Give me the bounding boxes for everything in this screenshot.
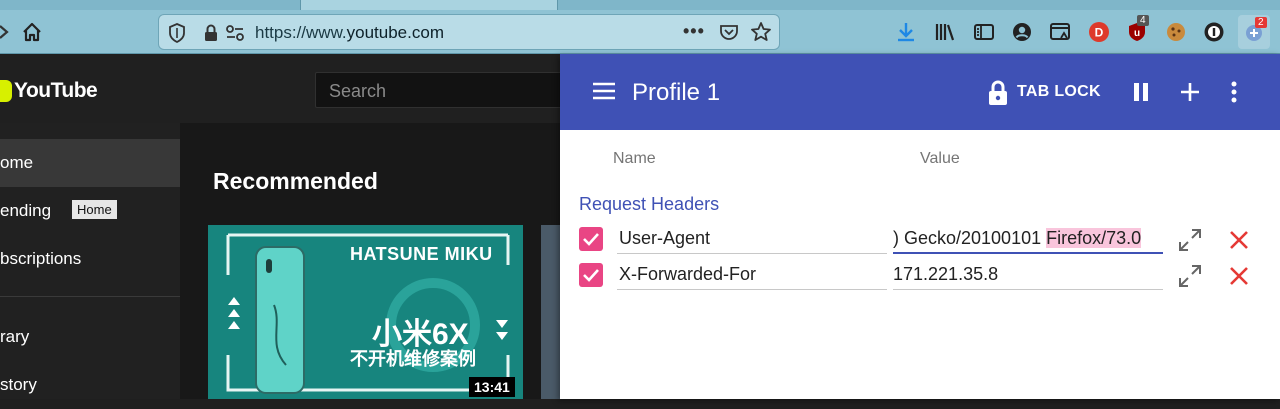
header-value-text: ) Gecko/20100101 Firefox/73.0 <box>893 228 1142 249</box>
sidebar-item-label: ending <box>0 201 52 220</box>
youtube-search-placeholder: Search <box>329 81 387 101</box>
youtube-search-input[interactable]: Search <box>315 72 565 108</box>
column-header-value: Value <box>920 150 960 167</box>
expand-icon[interactable] <box>1177 227 1203 253</box>
url-prefix: https://www. <box>255 23 347 42</box>
downloads-icon[interactable] <box>893 19 919 45</box>
duckduckgo-icon[interactable]: D <box>1086 19 1112 45</box>
header-name-input[interactable]: User-Agent <box>617 224 887 254</box>
youtube-logo[interactable]: YouTube <box>0 79 98 103</box>
thumbnail-title-en: HATSUNE MIKU <box>350 244 493 264</box>
more-vert-icon[interactable] <box>1230 80 1238 109</box>
youtube-play-icon <box>0 80 12 102</box>
header-enabled-checkbox[interactable] <box>579 227 603 251</box>
header-value-text: 171.221.35.8 <box>893 264 998 285</box>
lock-icon[interactable] <box>203 23 219 48</box>
pause-icon[interactable] <box>1132 82 1150 107</box>
sidebar-item-label: story <box>0 375 37 394</box>
active-tab[interactable] <box>300 0 558 10</box>
svg-text:u: u <box>1134 28 1140 39</box>
profile-title[interactable]: Profile 1 <box>632 79 720 107</box>
library-icon[interactable] <box>932 19 958 45</box>
sidebar-item-history[interactable]: story <box>0 361 180 409</box>
screenshot-icon[interactable] <box>1047 19 1073 45</box>
request-headers-title: Request Headers <box>579 194 720 214</box>
home-tooltip: Home <box>72 200 117 219</box>
info-extension-icon[interactable] <box>1201 19 1227 45</box>
youtube-logo-text: YouTube <box>14 79 98 102</box>
header-value-input[interactable]: 171.221.35.8 <box>893 260 1163 290</box>
header-value-plain: 171.221.35.8 <box>893 264 999 284</box>
video-duration-badge: 13:41 <box>469 377 515 397</box>
header-name-input[interactable]: X-Forwarded-For <box>617 260 887 290</box>
header-name-text: X-Forwarded-For <box>619 264 757 284</box>
sidebar-divider <box>0 296 180 297</box>
account-icon[interactable] <box>1009 19 1035 45</box>
extension-badge: 2 <box>1255 17 1267 28</box>
sidebar-item-label: rary <box>0 327 30 346</box>
ublock-badge: 4 <box>1137 15 1149 26</box>
video-thumbnail-2[interactable] <box>541 225 560 399</box>
modheader-extension-button[interactable]: 2 <box>1238 15 1270 49</box>
menu-icon[interactable] <box>592 81 616 106</box>
url-text: https://www.youtube.com <box>255 23 444 43</box>
modheader-popup: Profile 1 TAB LOCK Name Value Request He… <box>560 54 1280 399</box>
home-icon[interactable] <box>18 10 46 54</box>
permissions-icon[interactable] <box>225 24 245 47</box>
ublock-icon[interactable]: u 4 <box>1124 15 1150 45</box>
sidebar-item-subscriptions[interactable]: bscriptions <box>0 235 180 283</box>
url-host: youtube.com <box>346 23 444 42</box>
browser-toolbar: https://www.youtube.com ••• D u 4 2 <box>0 10 1280 54</box>
sidebar-item-label: bscriptions <box>0 249 82 268</box>
popup-header: Profile 1 TAB LOCK <box>560 54 1280 130</box>
video-thumbnail[interactable]: HATSUNE MIKU 小米6X 不开机维修案例 <box>208 225 523 399</box>
bookmark-star-icon[interactable] <box>750 21 772 48</box>
header-value-plain: ) Gecko/20100101 <box>893 228 1047 248</box>
url-bar[interactable]: https://www.youtube.com ••• <box>158 14 780 50</box>
more-actions-icon[interactable]: ••• <box>683 21 705 42</box>
header-name-text: User-Agent <box>619 228 711 248</box>
thumbnail-subtitle-cn: 不开机维修案例 <box>350 349 476 369</box>
delete-header-icon[interactable] <box>1226 263 1252 289</box>
sidebar-item-home[interactable]: ome <box>0 139 180 187</box>
pocket-icon[interactable] <box>719 22 739 47</box>
tab-lock-label[interactable]: TAB LOCK <box>1017 83 1101 101</box>
sidebar-icon[interactable] <box>971 19 997 45</box>
add-icon[interactable] <box>1179 81 1201 108</box>
forward-button[interactable] <box>0 10 12 54</box>
tab-lock-button[interactable] <box>987 79 1009 112</box>
tab-strip <box>0 0 1280 10</box>
recommended-heading: Recommended <box>213 168 378 194</box>
cookie-icon[interactable] <box>1163 19 1189 45</box>
sidebar-item-library[interactable]: rary <box>0 313 180 361</box>
header-value-highlight: Firefox/73.0 <box>1046 228 1142 248</box>
header-value-input[interactable]: ) Gecko/20100101 Firefox/73.0 <box>893 224 1163 254</box>
column-header-name: Name <box>613 150 656 167</box>
delete-header-icon[interactable] <box>1226 227 1252 253</box>
expand-icon[interactable] <box>1177 263 1203 289</box>
header-enabled-checkbox[interactable] <box>579 263 603 287</box>
sidebar-item-label: ome <box>0 153 34 172</box>
svg-text:D: D <box>1095 26 1104 40</box>
shield-icon[interactable] <box>168 23 186 48</box>
